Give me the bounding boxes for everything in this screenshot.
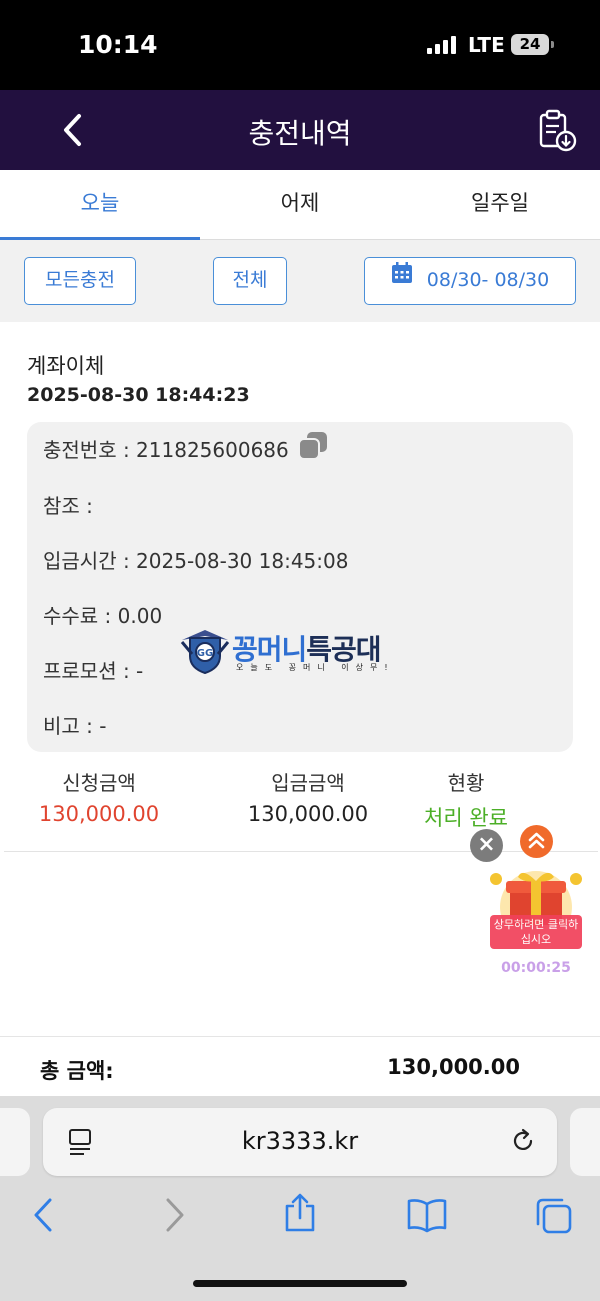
total-bar: 총 금액: 130,000.00 xyxy=(0,1036,600,1096)
svg-text:GG: GG xyxy=(197,648,213,659)
date-range-button[interactable]: 08/30- 08/30 xyxy=(364,257,576,305)
status-time: 10:14 xyxy=(78,30,158,59)
battery-nub xyxy=(551,41,554,48)
tabs-icon[interactable] xyxy=(534,1196,574,1240)
address-bar[interactable]: kr3333.kr xyxy=(43,1108,557,1176)
charge-type-filter-button[interactable]: 모든충전 xyxy=(24,257,136,305)
home-indicator[interactable] xyxy=(193,1280,407,1287)
copy-icon[interactable] xyxy=(297,431,329,466)
period-tabs: 오늘 어제 일주일 xyxy=(0,170,600,240)
requested-label: 신청금액 xyxy=(62,771,136,795)
tab-week[interactable]: 일주일 xyxy=(400,170,600,240)
promotion-row: 프로모션 : - xyxy=(43,659,144,683)
watermark-slogan: 오늘도 꽁머니 이상무! xyxy=(236,663,395,672)
close-float-button[interactable]: × xyxy=(470,829,503,862)
clipboard-download-icon[interactable] xyxy=(536,108,578,152)
double-chevron-up-icon xyxy=(528,832,545,849)
deposited-amount: 입금금액 130,000.00 xyxy=(233,767,383,826)
requested-amount: 신청금액 130,000.00 xyxy=(24,767,174,826)
record-details-box: 충전번호 : 211825600686 참조 : 입금시간 : 2025-08-… xyxy=(27,422,573,752)
share-icon[interactable] xyxy=(282,1192,318,1238)
shield-emblem-icon: GG xyxy=(180,630,230,674)
charge-record-card: 계좌이체 2025-08-30 18:44:23 충전번호 : 21182560… xyxy=(4,322,598,852)
total-amount: 130,000.00 xyxy=(387,1055,520,1079)
record-datetime: 2025-08-30 18:44:23 xyxy=(27,384,250,406)
next-tab-preview[interactable] xyxy=(570,1108,600,1176)
status-value: 처리 완료 xyxy=(424,806,508,830)
gift-promo-text: 상무하려면 클릭하십시오 xyxy=(490,915,582,949)
scroll-top-button[interactable] xyxy=(520,825,553,858)
status-filter-button[interactable]: 전체 xyxy=(213,257,287,305)
previous-tab-preview[interactable] xyxy=(0,1108,30,1176)
requested-value: 130,000.00 xyxy=(38,802,160,826)
url-text[interactable]: kr3333.kr xyxy=(43,1127,557,1155)
filter-bar: 모든충전 전체 08/30- 08/30 xyxy=(0,240,600,322)
calendar-icon xyxy=(391,256,413,301)
battery-icon: 24 xyxy=(511,34,549,55)
status-summary: 현황 처리 완료 xyxy=(406,767,526,832)
reload-icon[interactable] xyxy=(509,1127,537,1159)
browser-forward-icon[interactable] xyxy=(160,1196,188,1238)
page-title: 충전내역 xyxy=(248,117,352,150)
total-label: 총 금액: xyxy=(40,1059,114,1083)
page-header: 충전내역 xyxy=(0,90,600,170)
gift-promo-widget[interactable]: 상무하려면 클릭하십시오 xyxy=(488,865,584,955)
fee-row: 수수료 : 0.00 xyxy=(43,604,163,628)
note-row: 비고 : - xyxy=(43,714,107,738)
deposit-time-row: 입금시간 : 2025-08-30 18:45:08 xyxy=(43,549,349,573)
tab-yesterday[interactable]: 어제 xyxy=(200,170,400,240)
status-label: 현황 xyxy=(447,771,485,795)
signal-icon xyxy=(427,36,457,54)
tab-today[interactable]: 오늘 xyxy=(0,170,200,240)
network-type: LTE xyxy=(468,33,505,57)
charge-number: 충전번호 : 211825600686 xyxy=(43,438,289,462)
browser-back-icon[interactable] xyxy=(30,1196,58,1238)
browser-toolbar: kr3333.kr xyxy=(0,1096,600,1301)
reference-row: 참조 : xyxy=(43,494,93,518)
deposited-label: 입금금액 xyxy=(271,771,345,795)
promo-timer: 00:00:25 xyxy=(501,960,571,976)
watermark-logo: GG 꽁머니특공대 오늘도 꽁머니 이상무! xyxy=(180,628,425,674)
deposited-value: 130,000.00 xyxy=(247,802,369,826)
status-bar: 10:14 LTE 24 xyxy=(0,0,600,90)
bookmarks-icon[interactable] xyxy=(406,1196,448,1238)
charge-number-row: 충전번호 : 211825600686 xyxy=(43,431,329,466)
payment-method: 계좌이체 xyxy=(27,354,105,378)
date-range-label: 08/30- 08/30 xyxy=(426,269,550,291)
